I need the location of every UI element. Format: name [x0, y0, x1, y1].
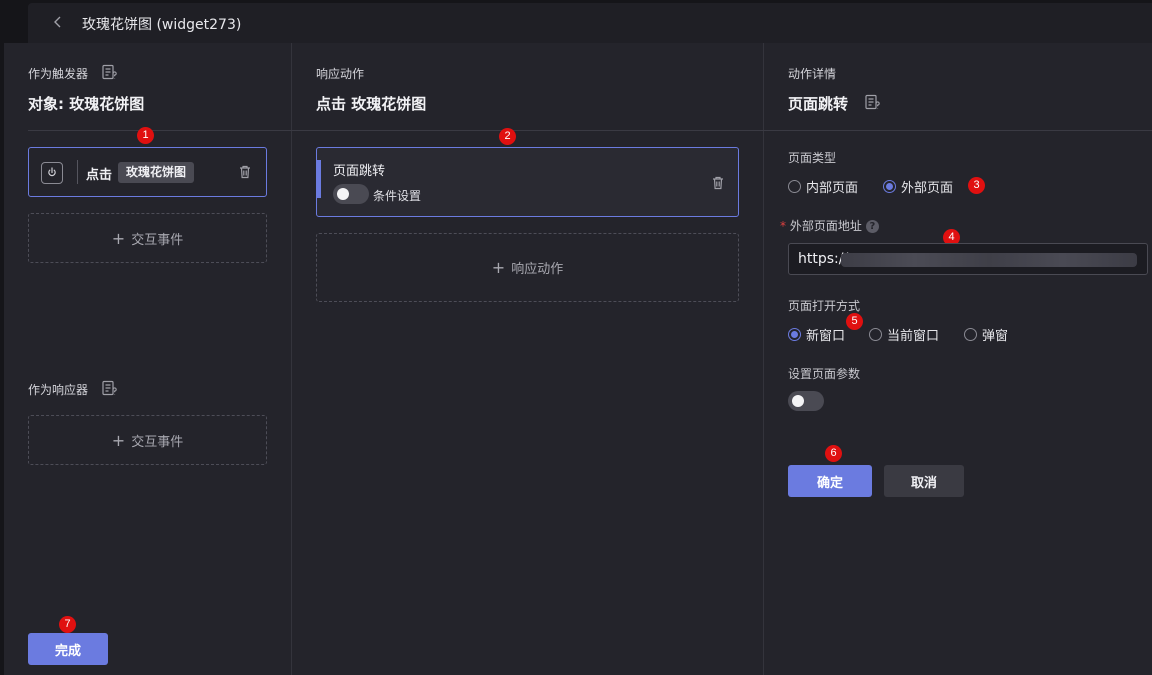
response-section-label: 响应动作 — [316, 67, 365, 81]
cancel-button[interactable]: 取消 — [884, 465, 964, 497]
radio-internal-page[interactable]: 内部页面 — [788, 177, 858, 196]
add-action-label: 响应动作 — [511, 262, 564, 277]
required-marker: * — [780, 219, 786, 233]
radio-label: 内部页面 — [806, 181, 859, 196]
radio-circle-selected — [788, 328, 801, 341]
radio-external-page[interactable]: 外部页面 — [883, 177, 953, 196]
radio-new-window[interactable]: 新窗口 — [788, 325, 845, 344]
plus-icon: + — [111, 228, 126, 248]
interaction-dialog: 作为触发器 对象: 玫瑰花饼图 1 点击 玫瑰花饼图 + 交互事件 作为响应器 … — [4, 43, 1152, 675]
action-title: 页面跳转 — [333, 164, 386, 179]
add-responder-event-button[interactable]: + 交互事件 — [28, 415, 267, 465]
step-badge-2: 2 — [499, 128, 516, 145]
widget-title: 玫瑰花饼图 (widget273) — [82, 17, 242, 33]
page-params-toggle[interactable] — [788, 391, 824, 411]
details-section-label: 动作详情 — [788, 67, 837, 81]
radio-popup[interactable]: 弹窗 — [964, 325, 1008, 344]
radio-current-window[interactable]: 当前窗口 — [869, 325, 939, 344]
page-type-label: 页面类型 — [788, 151, 837, 165]
radio-label: 新窗口 — [806, 329, 846, 344]
confirm-button[interactable]: 确定 — [788, 465, 872, 497]
page-params-label: 设置页面参数 — [788, 367, 861, 381]
trigger-section-label: 作为触发器 — [28, 67, 89, 81]
step-badge-6: 6 — [825, 445, 842, 462]
url-label-text: 外部页面地址 — [789, 219, 862, 233]
plus-icon: + — [491, 258, 506, 277]
radio-circle-selected — [883, 180, 896, 193]
radio-label: 外部页面 — [901, 181, 954, 196]
radio-label: 当前窗口 — [887, 329, 940, 344]
trigger-target-tag: 玫瑰花饼图 — [118, 162, 195, 183]
radio-label: 弹窗 — [982, 329, 1009, 344]
url-label: * 外部页面地址? — [780, 217, 879, 234]
object-heading: 对象: 玫瑰花饼图 — [28, 95, 145, 113]
chevron-left-icon[interactable] — [50, 14, 66, 30]
add-event-label: 交互事件 — [131, 434, 184, 450]
external-url-input[interactable]: https:// — [788, 243, 1148, 275]
radio-circle — [869, 328, 882, 341]
document-icon[interactable] — [101, 380, 117, 396]
step-badge-1: 1 — [137, 127, 154, 144]
condition-toggle[interactable] — [333, 184, 369, 204]
response-heading: 点击 玫瑰花饼图 — [316, 95, 427, 113]
step-badge-3: 3 — [968, 177, 985, 194]
responder-section-label: 作为响应器 — [28, 383, 89, 397]
header-divider — [28, 130, 1152, 131]
condition-label: 条件设置 — [373, 189, 422, 203]
trash-icon[interactable] — [237, 164, 253, 180]
trigger-event-label: 点击 — [86, 168, 113, 183]
top-bar: 玫瑰花饼图 (widget273) — [28, 3, 1152, 43]
click-icon — [41, 162, 63, 184]
action-card[interactable]: 页面跳转 条件设置 — [316, 147, 739, 217]
document-icon[interactable] — [101, 64, 117, 80]
radio-circle — [964, 328, 977, 341]
trash-icon[interactable] — [710, 175, 726, 191]
document-icon[interactable] — [864, 94, 880, 110]
add-event-label: 交互事件 — [131, 232, 184, 248]
column-divider — [763, 43, 764, 675]
column-divider — [291, 43, 292, 675]
details-heading: 页面跳转 — [788, 95, 849, 113]
add-interaction-event-button[interactable]: + 交互事件 — [28, 213, 267, 263]
step-badge-5: 5 — [846, 313, 863, 330]
help-icon[interactable]: ? — [865, 220, 879, 233]
radio-circle — [788, 180, 801, 193]
open-mode-label: 页面打开方式 — [788, 299, 861, 313]
trigger-card[interactable]: 点击 玫瑰花饼图 — [28, 147, 267, 197]
done-button[interactable]: 完成 — [28, 633, 108, 665]
add-response-action-button[interactable]: + 响应动作 — [316, 233, 739, 302]
redacted-url — [841, 253, 1137, 267]
step-badge-7: 7 — [59, 616, 76, 633]
plus-icon: + — [111, 430, 126, 450]
active-indicator — [317, 160, 321, 198]
card-separator — [77, 160, 78, 184]
